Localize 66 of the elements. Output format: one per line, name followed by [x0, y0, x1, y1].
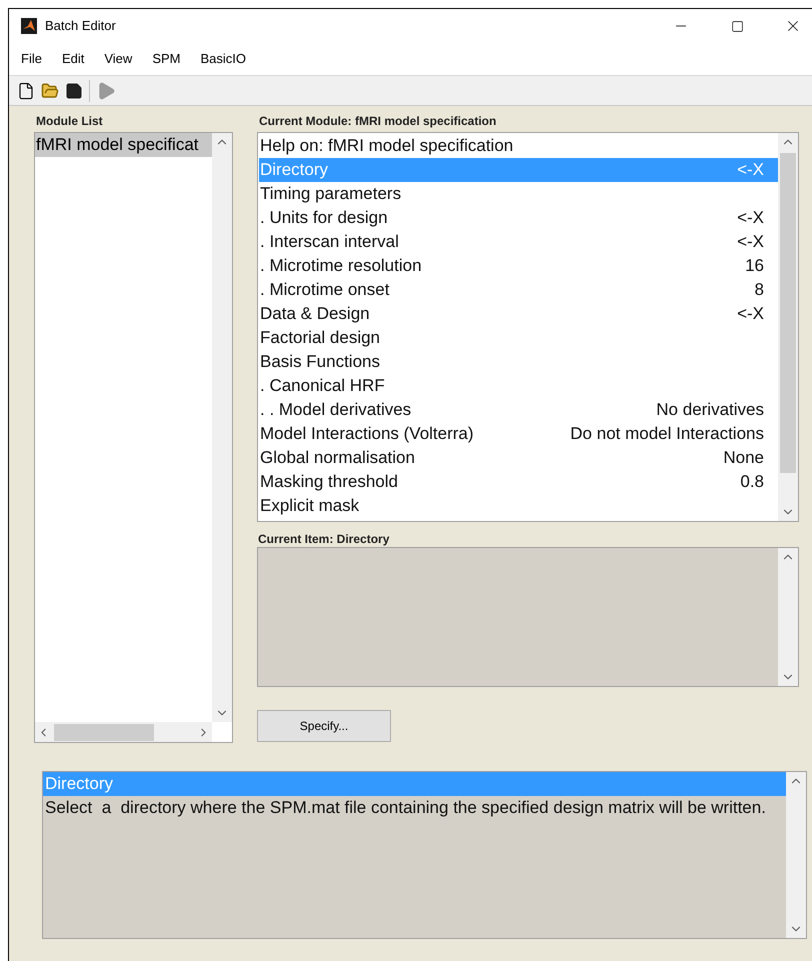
scrollbar[interactable] — [786, 772, 806, 938]
item-name: . Units for design — [260, 207, 388, 230]
horizontal-scrollbar[interactable] — [35, 722, 212, 742]
module-item-row[interactable]: Help on: fMRI model specification — [259, 134, 778, 158]
scrollbar[interactable] — [778, 133, 798, 521]
item-name: . Microtime onset — [260, 279, 390, 302]
save-icon[interactable] — [65, 82, 83, 100]
module-item-row[interactable]: Model Interactions (Volterra) Do not model Interactions — [259, 422, 778, 446]
help-text: Select a directory where the SPM.mat file containing the specified design matrix will be written. — [44, 797, 767, 819]
item-name: . Canonical HRF — [260, 375, 385, 398]
scrollbar[interactable] — [212, 133, 232, 722]
app-logo-icon — [21, 18, 37, 34]
item-name: Factorial design — [260, 327, 380, 350]
help-title: Directory — [43, 772, 786, 796]
module-item-row[interactable]: . . Model derivatives No derivatives — [259, 398, 778, 422]
module-item-row[interactable]: Explicit mask — [259, 494, 778, 518]
module-item-row[interactable]: Timing parameters — [259, 182, 778, 206]
new-file-icon[interactable] — [17, 82, 35, 100]
module-item-row[interactable]: Global normalisation None — [259, 446, 778, 470]
module-item-row[interactable]: . Interscan interval <-X — [259, 230, 778, 254]
item-value: 16 — [745, 255, 764, 278]
item-name: Masking threshold — [260, 471, 398, 494]
item-value: <-X — [737, 303, 764, 326]
item-value: Do not model Interactions — [570, 423, 764, 446]
window-title: Batch Editor — [45, 17, 116, 36]
item-name: Directory — [260, 159, 328, 182]
section-label: Current Module: fMRI model specification — [258, 113, 498, 130]
item-value: <-X — [737, 231, 764, 254]
module-item-row[interactable]: Data & Design <-X — [259, 302, 778, 326]
module-item-row[interactable]: Masking threshold 0.8 — [259, 470, 778, 494]
item-name: Model Interactions (Volterra) — [260, 423, 474, 446]
item-name: Timing parameters — [260, 183, 402, 206]
module-list-item[interactable]: fMRI model specificat — [35, 133, 212, 157]
scrollbar[interactable] — [778, 548, 798, 686]
item-name: . . Model derivatives — [260, 399, 412, 422]
section-label: Current Item: Directory — [257, 531, 390, 547]
section-label: Module List — [35, 113, 104, 130]
item-value: 0.8 — [740, 471, 764, 494]
folder-icon[interactable] — [41, 82, 59, 100]
item-name: Help on: fMRI model specification — [260, 135, 514, 158]
item-name: . Interscan interval — [260, 231, 399, 254]
menu-item[interactable]: SPM — [152, 49, 180, 69]
module-item-row[interactable]: . Units for design <-X — [259, 206, 778, 230]
item-value: No derivatives — [656, 399, 764, 422]
item-value: 8 — [754, 279, 764, 302]
module-item-row[interactable]: . Microtime resolution 16 — [259, 254, 778, 278]
menu-item[interactable]: View — [104, 49, 132, 69]
module-item-row[interactable]: Factorial design — [259, 326, 778, 350]
item-value: <-X — [737, 159, 764, 182]
specify-button[interactable]: Specify... — [257, 710, 391, 742]
item-name: Data & Design — [260, 303, 370, 326]
maximize-icon[interactable] — [731, 20, 744, 32]
menu-item[interactable]: BasicIO — [200, 49, 246, 69]
item-value: <-X — [737, 207, 764, 230]
module-item-row[interactable]: Basis Functions — [259, 350, 778, 374]
module-item-row[interactable]: . Canonical HRF — [259, 374, 778, 398]
scrollbar-thumb[interactable] — [54, 724, 154, 740]
item-value: None — [723, 447, 764, 470]
menu-item[interactable]: Edit — [62, 49, 84, 69]
item-name: Explicit mask — [260, 495, 360, 518]
module-item-row[interactable]: . Microtime onset 8 — [259, 278, 778, 302]
item-name: Global normalisation — [260, 447, 415, 470]
item-name: . Microtime resolution — [260, 255, 422, 278]
item-name: Basis Functions — [260, 351, 380, 374]
menu-item[interactable]: File — [21, 49, 42, 69]
scrollbar-thumb[interactable] — [780, 153, 796, 474]
